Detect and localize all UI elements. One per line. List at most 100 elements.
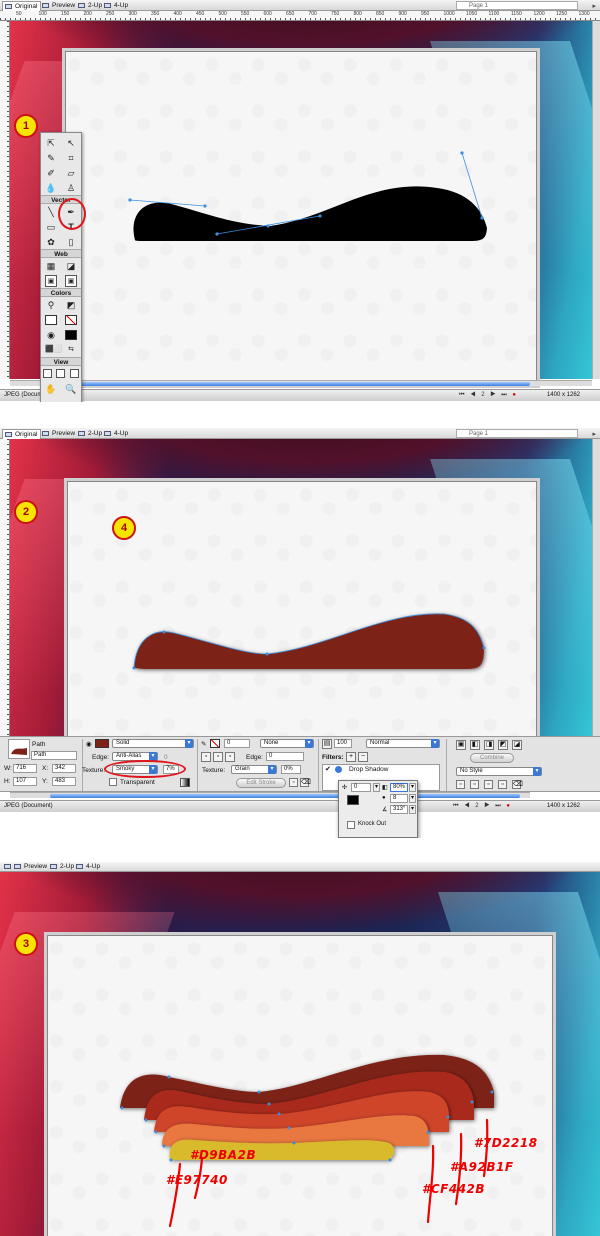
x-field[interactable]: 342 [52,764,76,773]
filter-enabled-check-icon[interactable]: ✔ [325,765,331,773]
stroke-delete-icon[interactable]: ⌫ [300,778,311,787]
path-drawing[interactable] [62,48,540,388]
stroke-texture-amount[interactable]: 0% [281,765,301,774]
split-icon[interactable]: ◪ [512,740,522,750]
page-menu-icon[interactable]: ▸ [592,430,596,438]
stroke-options-icon[interactable]: ◦ [289,778,298,787]
distance-field[interactable]: 0 [351,783,371,792]
tab-4-up[interactable]: 4-Up [102,1,131,11]
stroke-inside-icon[interactable]: ▫ [201,752,211,762]
tab-4-up[interactable]: 4-Up [74,862,103,872]
tab-4-up[interactable]: 4-Up [102,429,131,439]
full-screen-menu-icon[interactable] [56,369,66,378]
fill-color-swatch[interactable] [65,329,77,340]
width-field[interactable]: 716 [13,764,37,773]
swap-colors-icon[interactable]: ⬛⬜ [45,344,62,356]
transparent-checkbox[interactable] [109,778,117,786]
show-slices-icon[interactable]: ▣ [65,274,77,287]
playback-controls[interactable]: ⏮ ◀ 2 ▶ ⏭ ● [459,390,518,401]
fill-color-swatch[interactable] [95,739,109,748]
angle-dropdown-icon[interactable]: ▾ [409,805,416,814]
stroke-size-field[interactable]: 0 [224,739,250,748]
opacity-field[interactable]: 100 [334,739,352,748]
scrollbar-thumb[interactable] [80,382,530,386]
new-style-icon[interactable]: ▫ [456,780,465,789]
union-icon[interactable]: ▣ [456,740,466,750]
full-screen-icon[interactable] [69,369,79,378]
tab-preview[interactable]: Preview [12,862,50,872]
subselect-icon[interactable]: ↖ [65,137,77,149]
add-filter-icon[interactable]: + [346,752,356,762]
punch-icon[interactable]: ◨ [484,740,494,750]
stroke-edge-field[interactable]: 0 [266,752,304,761]
tab-preview[interactable]: Preview [40,429,78,439]
horizontal-scrollbar[interactable] [10,380,592,386]
height-field[interactable]: 107 [13,777,37,786]
line-icon[interactable]: ╲ [45,206,57,218]
freeform-icon[interactable]: ✿ [45,236,57,248]
crop-shape-icon[interactable]: ◩ [498,740,508,750]
filter-row-drop-shadow[interactable]: ✔ Drop Shadow [323,765,439,775]
paint-bucket-icon[interactable]: ◩ [65,299,77,311]
stroke-center-icon[interactable]: ▫ [213,752,223,762]
path-drawing[interactable] [64,478,540,748]
knife-icon[interactable]: ▯ [65,236,77,248]
vertical-scrollbar[interactable] [592,21,600,379]
style-option-icon[interactable]: ▫ [484,780,493,789]
blur-icon[interactable]: 💧 [45,182,57,194]
softness-field[interactable]: 8 [390,794,408,803]
slice-icon[interactable]: ◪ [65,260,77,272]
tab-original[interactable]: Original [2,1,42,11]
knock-out-checkbox[interactable] [347,821,355,829]
distance-dropdown-icon[interactable]: ▾ [373,783,380,792]
hotspot-icon[interactable]: ▦ [45,260,57,272]
softness-dropdown-icon[interactable]: ▾ [409,794,416,803]
stroke-color-swatch[interactable] [210,739,220,748]
filter-info-icon[interactable] [335,766,342,773]
stamp-icon[interactable]: ♙ [65,182,77,194]
stroke-color-swatch[interactable] [45,314,57,325]
eyedropper-icon[interactable]: ⚲ [45,299,57,311]
stroke-texture-select[interactable]: Grain [231,765,277,774]
stroke-none-swatch[interactable] [65,314,77,325]
combine-button[interactable]: Combine [470,753,514,763]
page-selector[interactable]: Page 1 [456,1,578,10]
zoom-icon[interactable]: 🔍 [65,383,77,395]
page-menu-icon[interactable]: ▸ [592,2,596,10]
standard-mode-icon[interactable] [43,369,53,378]
tab-2-up[interactable]: 2-Up [76,429,105,439]
brush-icon[interactable]: ✐ [45,167,57,179]
rectangle-icon[interactable]: ▭ [45,221,57,233]
tab-2-up[interactable]: 2-Up [76,1,105,11]
stroke-type-select[interactable]: None [260,739,314,748]
pointer-icon[interactable]: ⇱ [45,137,57,149]
style-option-icon[interactable]: ▫ [470,780,479,789]
page-selector[interactable]: Page 1 [456,429,578,438]
tab-2-up[interactable]: 2-Up [48,862,77,872]
hand-icon[interactable]: ✋ [45,383,57,395]
style-option-icon[interactable]: ▫ [498,780,507,789]
object-name-field[interactable]: Path [31,751,77,760]
lasso-icon[interactable]: ✎ [45,152,57,164]
horizontal-scrollbar[interactable] [10,792,530,798]
opacity-dropdown-icon[interactable]: ▾ [409,783,416,792]
crop-icon[interactable]: ⌗ [65,152,77,164]
scrollbar-thumb[interactable] [50,794,520,798]
delete-style-icon[interactable]: ⌫ [512,780,523,789]
gradient-swatch[interactable] [180,778,190,787]
hide-slices-icon[interactable]: ▣ [45,274,57,287]
playback-controls[interactable]: ⏮ ◀ 2 ▶ ⏭ ● [453,801,512,812]
default-colors-icon[interactable]: ⇆ [65,344,77,356]
shadow-opacity-field[interactable]: 80% [390,783,408,792]
stroke-outside-icon[interactable]: ▫ [225,752,235,762]
angle-field[interactable]: 313° [390,805,408,814]
shadow-color-swatch[interactable] [347,795,359,805]
fill-type-select[interactable]: Solid [112,739,194,748]
tab-original[interactable]: Original [2,429,42,439]
eraser-icon[interactable]: ▱ [65,167,77,179]
vertical-scrollbar[interactable] [592,439,600,736]
intersect-icon[interactable]: ◧ [470,740,480,750]
fill-bucket-icon[interactable]: ◉ [45,329,57,341]
y-field[interactable]: 483 [52,777,76,786]
remove-filter-icon[interactable]: − [358,752,368,762]
